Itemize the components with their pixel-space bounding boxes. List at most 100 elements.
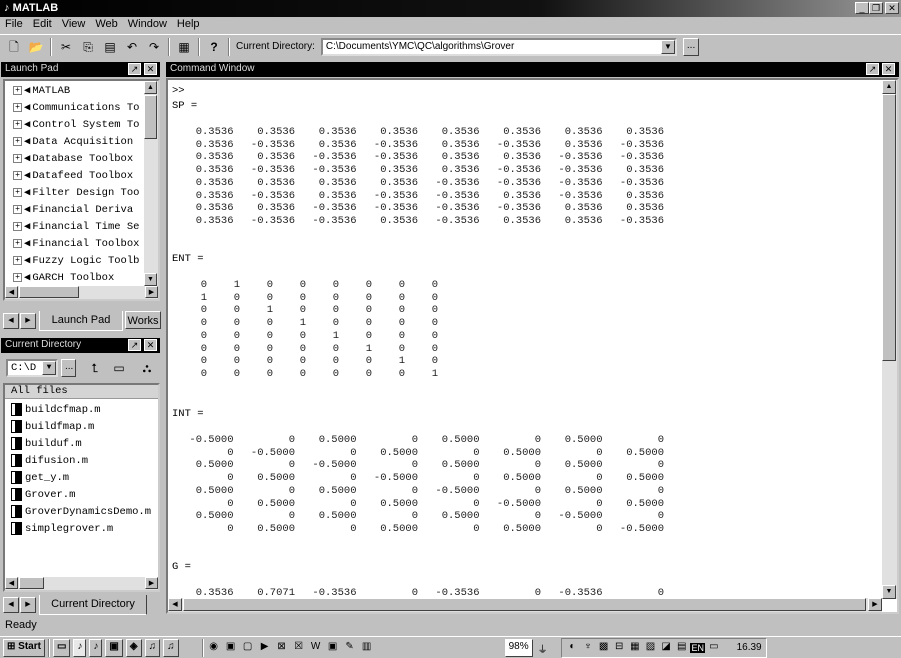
menu-view[interactable]: View [62, 18, 86, 32]
tree-item[interactable]: + ◀ Financial Deriva [5, 201, 158, 218]
battery-indicator[interactable]: 98% [504, 638, 533, 657]
tree-item[interactable]: + ◀ Fuzzy Logic Toolb [5, 252, 158, 269]
file-item[interactable]: builduf.m [5, 435, 158, 452]
tree-item[interactable]: + ◀ Financial Toolbox [5, 235, 158, 252]
task-window-4[interactable]: ◈ [125, 638, 142, 657]
menu-help[interactable]: Help [177, 18, 200, 32]
new-folder-icon[interactable]: ▭ [111, 360, 127, 376]
paste-icon[interactable]: ▤ [102, 39, 118, 55]
task-matlab[interactable]: ♪ [73, 638, 87, 657]
close-icon[interactable]: ✕ [882, 63, 895, 75]
tray-icon[interactable]: ▤ [675, 641, 689, 655]
tray-icon[interactable]: ◐ [566, 641, 580, 655]
file-item[interactable]: Grover.m [5, 486, 158, 503]
expand-icon[interactable]: + [13, 137, 22, 146]
close-icon[interactable]: ✕ [144, 339, 157, 351]
tree-item[interactable]: + ◀ Datafeed Toolbox [5, 167, 158, 184]
new-file-icon[interactable]: 🗋 [6, 39, 22, 55]
tree-item[interactable]: + ◀ MATLAB [5, 82, 158, 99]
redo-icon[interactable]: ↷ [146, 39, 162, 55]
maximize-button[interactable]: ❐ [869, 2, 883, 14]
copy-icon[interactable]: ⎘ [80, 39, 96, 55]
tray-icon[interactable]: ▩ [597, 641, 611, 655]
command-output[interactable]: >> SP = 0.3536 0.3536 0.3536 0.3536 0.3536 0.35… [166, 78, 899, 614]
chevron-down-icon[interactable]: ▼ [42, 361, 56, 375]
tray-icon[interactable]: ◪ [659, 641, 673, 655]
quicklaunch-icon[interactable]: ⊠ [275, 641, 289, 655]
power-plug-icon[interactable]: ⏚ [536, 641, 550, 656]
file-item[interactable]: buildfmap.m [5, 418, 158, 435]
quicklaunch-icon[interactable]: ▣ [326, 641, 340, 655]
chevron-down-icon[interactable]: ▼ [660, 39, 675, 54]
tab-next-icon[interactable]: ▶ [20, 597, 36, 613]
horizontal-scrollbar[interactable]: ◀ ▶ [5, 577, 158, 590]
menu-file[interactable]: File [5, 18, 23, 32]
tab-next-icon[interactable]: ▶ [20, 313, 36, 329]
tab-launch-pad[interactable]: Launch Pad [39, 311, 123, 331]
tab-current-directory[interactable]: Current Directory [39, 595, 147, 615]
quicklaunch-icon[interactable]: ▥ [360, 641, 374, 655]
tab-prev-icon[interactable]: ◀ [3, 597, 19, 613]
file-item[interactable]: difusion.m [5, 452, 158, 469]
simulink-icon[interactable]: ▦ [176, 39, 192, 55]
undock-icon[interactable]: ↗ [866, 63, 879, 75]
browse-button[interactable]: ... [682, 37, 699, 56]
open-folder-icon[interactable]: 📂 [28, 39, 44, 55]
file-item[interactable]: GroverDynamicsDemo.m [5, 503, 158, 520]
undock-icon[interactable]: ↗ [128, 339, 141, 351]
up-folder-icon[interactable]: ⮤ [87, 360, 103, 376]
expand-icon[interactable]: + [13, 222, 22, 231]
expand-icon[interactable]: + [13, 188, 22, 197]
current-directory-combo[interactable]: C:\Documents\YMC\QC\algorithms\Grover ▼ [320, 37, 677, 56]
tree-item[interactable]: + ◀ Data Acquisition [5, 133, 158, 150]
expand-icon[interactable]: + [13, 205, 22, 214]
quicklaunch-icon[interactable]: ☒ [292, 641, 306, 655]
quicklaunch-icon[interactable]: ◉ [207, 641, 221, 655]
task-window-5[interactable]: ♫ [144, 638, 161, 657]
expand-icon[interactable]: + [13, 154, 22, 163]
tray-icon[interactable]: ▨ [644, 641, 658, 655]
horizontal-scrollbar[interactable]: ◀ ▶ [168, 598, 882, 612]
path-combo[interactable]: C:\D ▼ [6, 359, 58, 377]
expand-icon[interactable]: + [13, 273, 22, 282]
tree-item[interactable]: + ◀ Control System To [5, 116, 158, 133]
expand-icon[interactable]: + [13, 103, 22, 112]
language-indicator[interactable]: EN [690, 642, 705, 653]
menu-edit[interactable]: Edit [33, 18, 52, 32]
vertical-scrollbar[interactable]: ▲ ▼ [144, 81, 158, 286]
undock-icon[interactable]: ↗ [128, 63, 141, 75]
tray-icon[interactable]: ♆ [581, 641, 595, 655]
tree-item[interactable]: + ◀ Filter Design Too [5, 184, 158, 201]
menu-window[interactable]: Window [128, 18, 167, 32]
expand-icon[interactable]: + [13, 256, 22, 265]
file-item[interactable]: buildcfmap.m [5, 401, 158, 418]
tree-item[interactable]: + ◀ Financial Time Se [5, 218, 158, 235]
quicklaunch-icon[interactable]: ▣ [224, 641, 238, 655]
task-window-6[interactable]: ♫ [163, 638, 179, 657]
undo-icon[interactable]: ↶ [124, 39, 140, 55]
task-matlab-2[interactable]: ♪ [89, 638, 103, 657]
tab-workspace[interactable]: Works [125, 311, 161, 329]
start-button[interactable]: ⊞ Start [3, 638, 45, 657]
tab-prev-icon[interactable]: ◀ [3, 313, 19, 329]
expand-icon[interactable]: + [13, 120, 22, 129]
tree-item[interactable]: + ◀ Database Toolbox [5, 150, 158, 167]
network-icon[interactable]: ⊟ [612, 641, 626, 655]
tray-icon[interactable]: ▭ [707, 641, 721, 655]
horizontal-scrollbar[interactable]: ◀ ▶ [5, 286, 158, 299]
expand-icon[interactable]: + [13, 86, 22, 95]
find-binoculars-icon[interactable]: ⛬ [139, 360, 155, 376]
close-icon[interactable]: ✕ [144, 63, 157, 75]
tree-item[interactable]: + ◀ GARCH Toolbox [5, 269, 158, 286]
quicklaunch-icon[interactable]: ✎ [343, 641, 357, 655]
quicklaunch-icon[interactable]: ▢ [241, 641, 255, 655]
vertical-scrollbar[interactable]: ▲ ▼ [882, 80, 897, 599]
task-explorer[interactable]: ▭ [52, 638, 71, 657]
word-icon[interactable]: W [309, 641, 323, 655]
expand-icon[interactable]: + [13, 171, 22, 180]
file-item[interactable]: get_y.m [5, 469, 158, 486]
file-item[interactable]: simplegrover.m [5, 520, 158, 537]
browse-button[interactable]: ... [61, 359, 76, 377]
column-header[interactable]: All files [5, 385, 158, 399]
tray-icon[interactable]: ▦ [628, 641, 642, 655]
